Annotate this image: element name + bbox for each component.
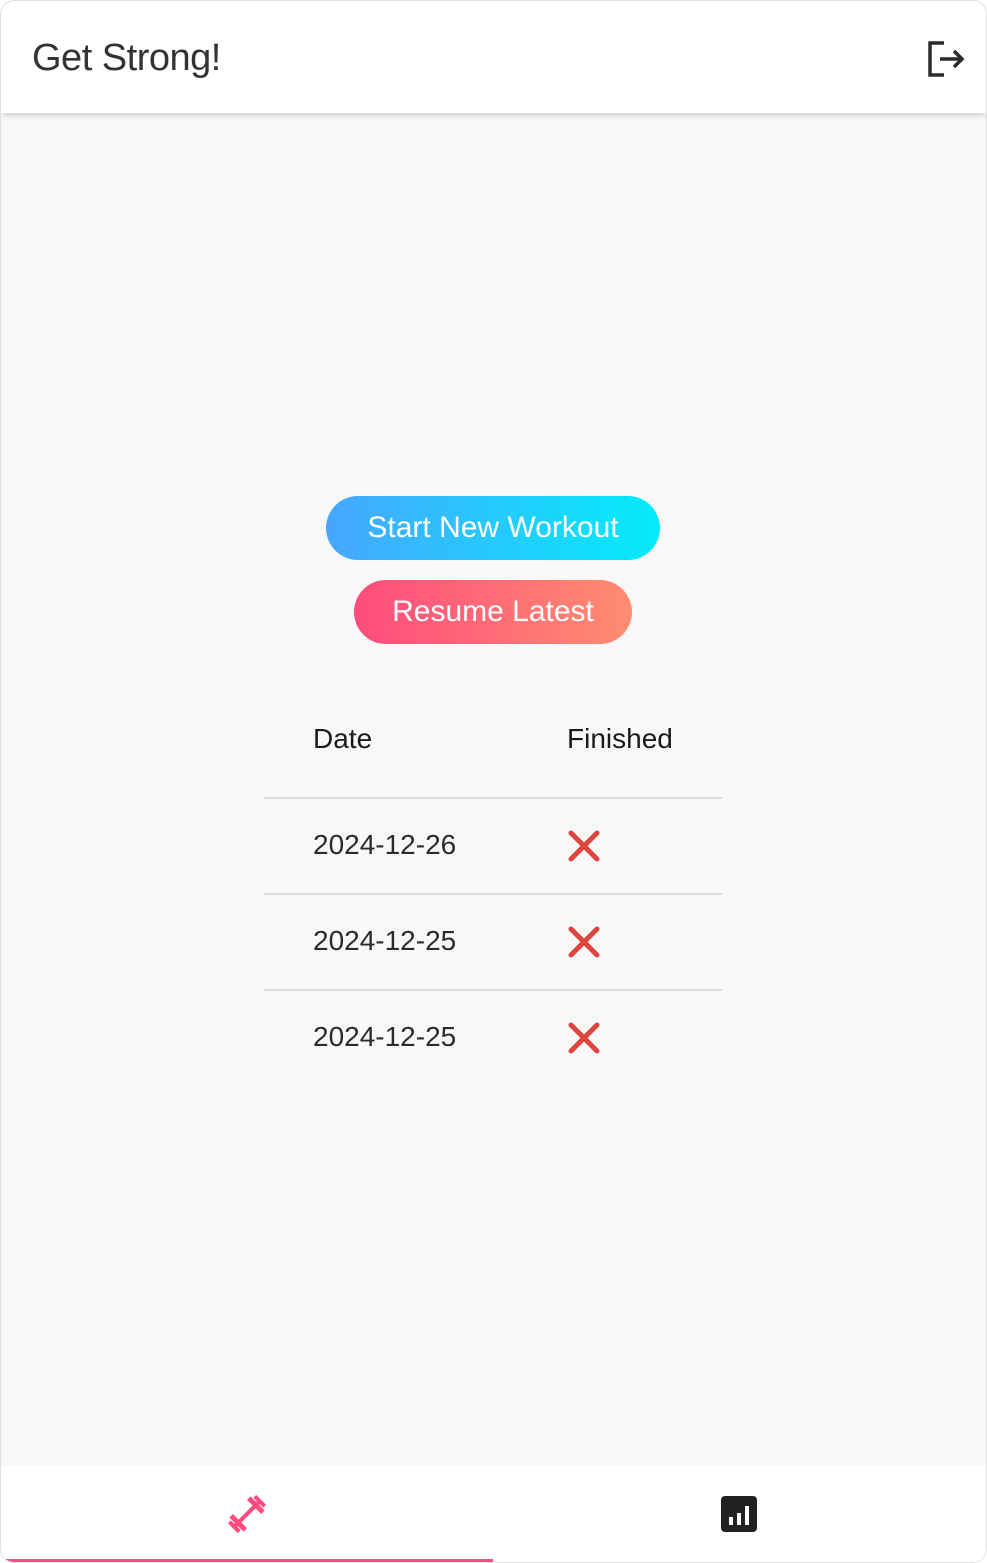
bottom-navigation xyxy=(1,1466,986,1562)
table-row[interactable]: 2024-12-26 xyxy=(264,799,722,895)
dumbbell-icon xyxy=(227,1494,267,1534)
cross-mark-icon xyxy=(568,1022,600,1054)
bar-chart-icon xyxy=(721,1496,757,1532)
workout-date: 2024-12-26 xyxy=(313,829,457,860)
resume-latest-button[interactable]: Resume Latest xyxy=(354,580,632,644)
column-header-date: Date xyxy=(313,723,373,754)
workout-date: 2024-12-25 xyxy=(313,1021,457,1052)
logout-icon xyxy=(928,41,965,77)
app-window: Get Strong! Start New Workout Resume Lat… xyxy=(0,0,987,1563)
active-tab-indicator xyxy=(1,1559,493,1562)
logout-button[interactable] xyxy=(916,31,972,87)
tab-statistics[interactable] xyxy=(493,1466,985,1562)
table-row[interactable]: 2024-12-25 xyxy=(264,991,722,1085)
start-new-workout-button[interactable]: Start New Workout xyxy=(326,496,660,560)
cross-mark-icon xyxy=(568,926,600,958)
app-title: Get Strong! xyxy=(32,37,221,79)
app-bar: Get Strong! xyxy=(1,1,986,113)
workout-date: 2024-12-25 xyxy=(313,925,457,956)
column-header-finished: Finished xyxy=(567,723,673,754)
table-row[interactable]: 2024-12-25 xyxy=(264,895,722,991)
workouts-table: Date Finished 2024-12-26 2024-12-25 2024… xyxy=(264,693,722,1085)
cross-mark-icon xyxy=(568,830,600,862)
tab-workouts[interactable] xyxy=(1,1466,493,1562)
table-header: Date Finished xyxy=(264,693,722,799)
